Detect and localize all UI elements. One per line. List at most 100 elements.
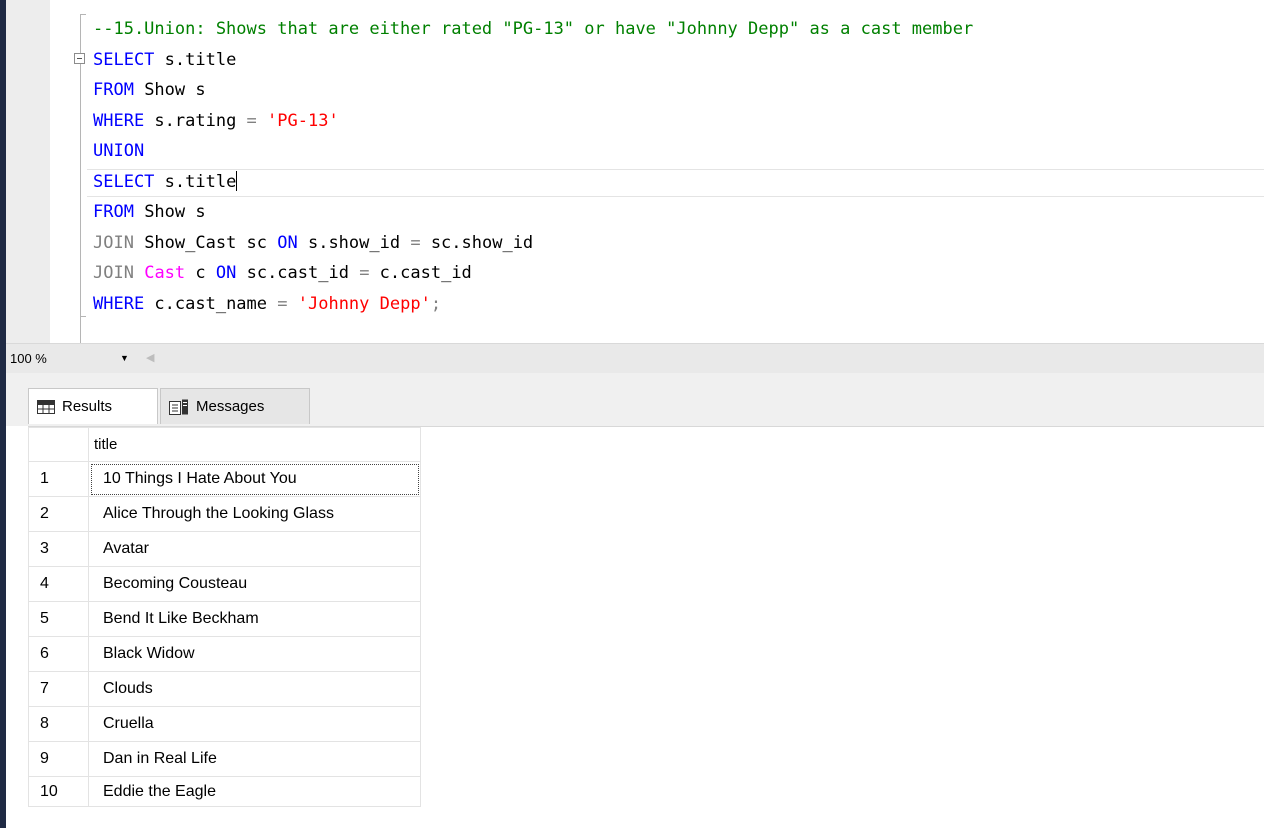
code-token: UNION	[93, 141, 145, 161]
tab-messages[interactable]: Messages	[160, 388, 310, 424]
collapse-toggle-icon[interactable]	[74, 53, 85, 64]
tab-results[interactable]: Results	[28, 388, 158, 424]
table-row[interactable]: 6 Black Widow	[28, 636, 421, 672]
code-line[interactable]: UNION	[93, 136, 973, 167]
row-number[interactable]: 2	[28, 496, 89, 532]
code-token: s.rating	[144, 110, 247, 131]
title-cell[interactable]: Bend It Like Beckham	[88, 601, 421, 637]
table-row[interactable]: 4 Becoming Cousteau	[28, 566, 421, 602]
zoom-bar: 100 % ▼ ◀	[0, 343, 1264, 373]
code-token: JOIN	[93, 232, 134, 253]
row-number[interactable]: 3	[28, 531, 89, 567]
messages-icon	[169, 399, 188, 415]
title-cell[interactable]: Black Widow	[88, 636, 421, 672]
grid-icon	[37, 399, 55, 414]
code-token: c.cast_id	[369, 263, 472, 283]
table-row[interactable]: 1 10 Things I Hate About You	[28, 461, 421, 497]
code-line[interactable]: SELECT s.title	[86, 167, 1264, 198]
code-token: SELECT	[93, 171, 155, 192]
row-number[interactable]: 4	[28, 566, 89, 602]
row-number[interactable]: 5	[28, 601, 89, 637]
code-token: c	[185, 263, 216, 283]
code-token: SELECT	[93, 49, 155, 70]
table-row[interactable]: 7 Clouds	[28, 671, 421, 707]
code-token: ON	[215, 263, 237, 283]
query-editor[interactable]: --15.Union: Shows that are either rated …	[0, 0, 1264, 343]
code-token: JOIN	[93, 263, 134, 283]
code-token: WHERE	[93, 293, 145, 314]
title-cell[interactable]: Dan in Real Life	[88, 741, 421, 777]
code-token: s.show_id	[297, 232, 411, 253]
code-token: --15.Union: Shows that are either rated …	[93, 19, 974, 39]
code-token: sc.show_id	[420, 232, 534, 253]
code-token: =	[410, 232, 421, 253]
results-tab-bar: Results Messages	[0, 373, 1264, 426]
code-line[interactable]: JOIN Show_Cast sc ON s.show_id = sc.show…	[93, 228, 973, 259]
title-cell[interactable]: Becoming Cousteau	[88, 566, 421, 602]
outline-start-marker	[80, 14, 86, 15]
code-token: c.cast_name	[144, 293, 278, 314]
title-cell[interactable]: Cruella	[88, 706, 421, 742]
header-row: title	[28, 427, 421, 462]
code-token: sc.cast_id	[236, 263, 360, 283]
zoom-dropdown-icon[interactable]: ▼	[120, 353, 129, 363]
tab-messages-label: Messages	[196, 398, 265, 415]
code-token: =	[359, 263, 370, 283]
code-line[interactable]: SELECT s.title	[93, 45, 973, 76]
title-cell[interactable]: 10 Things I Hate About You	[88, 461, 421, 497]
code-line[interactable]: WHERE c.cast_name = 'Johnny Depp';	[93, 289, 973, 320]
code-token: s.title	[154, 171, 237, 192]
row-number[interactable]: 1	[28, 461, 89, 497]
code-token: ;	[430, 293, 442, 314]
code-token: =	[246, 110, 257, 131]
code-token: s.title	[154, 49, 237, 70]
table-row[interactable]: 2 Alice Through the Looking Glass	[28, 496, 421, 532]
code-token: =	[277, 293, 288, 314]
title-cell[interactable]: Avatar	[88, 531, 421, 567]
title-cell[interactable]: Clouds	[88, 671, 421, 707]
row-number[interactable]: 10	[28, 776, 89, 807]
code-line[interactable]: FROM Show s	[93, 197, 973, 228]
row-number[interactable]: 9	[28, 741, 89, 777]
code-line[interactable]: WHERE s.rating = 'PG-13'	[93, 106, 973, 137]
sql-code[interactable]: --15.Union: Shows that are either rated …	[86, 14, 1264, 320]
outline-end-marker	[80, 316, 86, 317]
table-row[interactable]: 10 Eddie the Eagle	[28, 776, 421, 807]
code-line[interactable]: JOIN Cast c ON sc.cast_id = c.cast_id	[93, 258, 973, 289]
code-token: FROM	[93, 80, 134, 100]
corner-cell[interactable]	[28, 427, 89, 462]
code-token: Show s	[133, 202, 206, 222]
table-row[interactable]: 9 Dan in Real Life	[28, 741, 421, 777]
row-number[interactable]: 8	[28, 706, 89, 742]
code-token: WHERE	[93, 110, 145, 131]
window-left-edge	[0, 0, 6, 828]
table-row[interactable]: 5 Bend It Like Beckham	[28, 601, 421, 637]
zoom-level[interactable]: 100 %	[10, 351, 47, 366]
row-number[interactable]: 6	[28, 636, 89, 672]
code-token: ON	[277, 232, 298, 253]
title-cell[interactable]: Eddie the Eagle	[88, 776, 421, 807]
editor-gutter	[6, 0, 50, 343]
code-token: Cast	[144, 263, 186, 283]
code-token: FROM	[93, 202, 134, 222]
code-token: 'PG-13'	[267, 110, 339, 131]
text-caret	[236, 170, 238, 191]
title-cell[interactable]: Alice Through the Looking Glass	[88, 496, 421, 532]
table-row[interactable]: 3 Avatar	[28, 531, 421, 567]
scroll-left-icon[interactable]: ◀	[146, 351, 154, 364]
code-token: Show_Cast sc	[133, 232, 278, 253]
tab-results-label: Results	[62, 398, 113, 415]
code-line[interactable]: --15.Union: Shows that are either rated …	[93, 14, 973, 45]
column-header-title[interactable]: title	[88, 427, 421, 462]
code-token: 'Johnny Depp'	[297, 293, 431, 314]
editor-indicator-strip	[50, 0, 74, 343]
row-number[interactable]: 7	[28, 671, 89, 707]
code-line[interactable]: FROM Show s	[93, 75, 973, 106]
results-table: title 1 10 Things I Hate About You 2 Alice …	[28, 427, 421, 807]
results-grid[interactable]: title 1 10 Things I Hate About You 2 Alice …	[28, 426, 1264, 829]
table-row[interactable]: 8 Cruella	[28, 706, 421, 742]
code-token: Show s	[133, 80, 206, 100]
